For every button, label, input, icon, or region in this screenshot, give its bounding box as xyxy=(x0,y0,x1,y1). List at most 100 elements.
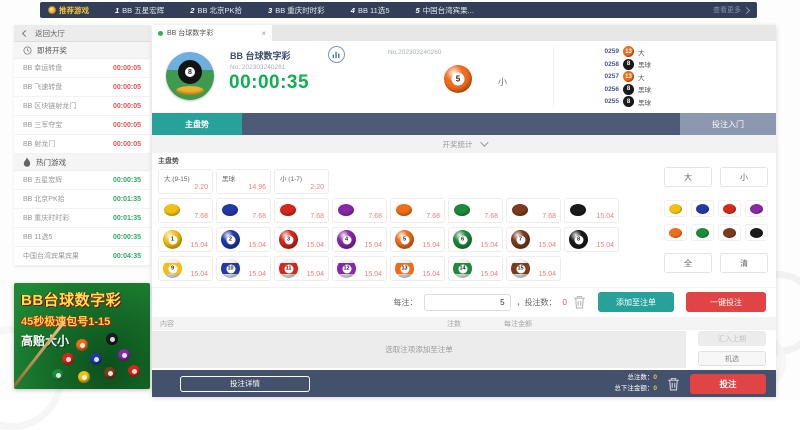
bet-cell-ball[interactable]: 13 15.04 xyxy=(390,256,445,281)
bet-cell-ball[interactable]: 12 15.04 xyxy=(332,256,387,281)
draw-statistics-toggle[interactable]: 开奖统计 xyxy=(152,135,776,153)
top-nav-game-link[interactable]: 4 BB 11选5 xyxy=(351,5,390,16)
pool-ball-icon: 7 xyxy=(511,230,530,249)
sidebar-game-row[interactable]: BB 11选5 00:00:35 xyxy=(14,228,150,247)
quick-color-button[interactable] xyxy=(745,200,768,217)
sidebar-game-row[interactable]: 中国台湾宾果宾果 00:04:35 xyxy=(14,247,150,266)
clear-selection-trash-icon[interactable] xyxy=(573,295,586,309)
bet-odds: 15.04 xyxy=(596,213,614,220)
add-to-betslip-button[interactable]: 添加至注单 xyxy=(598,292,674,312)
bet-cell-ball[interactable]: 15 15.04 xyxy=(506,256,561,281)
bet-cell-ball[interactable]: 11 15.04 xyxy=(274,256,329,281)
bet-cell-ball[interactable]: 2 15.04 xyxy=(216,227,271,252)
clear-betslip-trash-icon[interactable] xyxy=(667,377,680,391)
bet-cell-ball[interactable]: 3 15.04 xyxy=(274,227,329,252)
bet-cell-color[interactable]: 7.68 xyxy=(390,198,445,223)
top-nav-game-link[interactable]: 3 BB 重庆时时彩 xyxy=(268,5,325,16)
quick-color-button[interactable] xyxy=(664,224,687,241)
game-countdown: 00:04:35 xyxy=(113,253,141,260)
tab-bar-spacer xyxy=(242,113,680,135)
chart-icon[interactable] xyxy=(328,46,345,63)
top-nav-game-link[interactable]: 5 中国台湾宾果... xyxy=(416,5,474,16)
sidebar-game-row[interactable]: BB 区块链射龙门 00:00:05 xyxy=(14,97,150,116)
import-last-round-button[interactable]: 汇入上期 xyxy=(698,331,766,346)
bet-cell-color[interactable]: 7.68 xyxy=(506,198,561,223)
bet-odds: 15.04 xyxy=(538,242,556,249)
bet-cell-color[interactable]: 7.68 xyxy=(216,198,271,223)
see-more-link[interactable]: 查看更多 xyxy=(713,5,749,15)
submit-bet-button[interactable]: 投注 xyxy=(690,374,766,394)
top-nav-game-link[interactable]: 1 BB 五星宏辉 xyxy=(115,5,164,16)
game-header: 8 BB 台球数字彩 No. 202303240261 00:00:35 No.… xyxy=(152,41,776,114)
bet-details-button[interactable]: 投注详情 xyxy=(180,376,310,392)
bet-cell-size[interactable]: 大 (9-15) 2.20 xyxy=(158,169,213,194)
color-dot xyxy=(669,204,682,214)
back-to-lobby-label: 返回大厅 xyxy=(35,28,65,39)
quick-select-big-button[interactable]: 大 xyxy=(664,167,712,187)
sidebar-game-row[interactable]: BB 幸运转盘 00:00:05 xyxy=(14,59,150,78)
one-click-bet-button[interactable]: 一键投注 xyxy=(686,292,766,312)
bet-cell-ball[interactable]: 10 15.04 xyxy=(216,256,271,281)
tab-billiards-lottery[interactable]: BB 台球数字彩 × xyxy=(152,25,272,41)
close-icon[interactable]: × xyxy=(261,29,266,38)
tab-betting-guide[interactable]: 投注入门 xyxy=(680,113,776,135)
sidebar-game-row[interactable]: BB 三军夺宝 00:00:05 xyxy=(14,116,150,135)
bet-cell-ball[interactable]: 7 15.04 xyxy=(506,227,561,252)
recommended-games-label[interactable]: 推荐游戏 xyxy=(48,5,89,16)
ball-graphic xyxy=(62,353,74,365)
nav-item-label: 中国台湾宾果... xyxy=(423,5,474,16)
bet-cell-size[interactable]: 小 (1-7) 2.20 xyxy=(274,169,329,194)
game-countdown: 00:00:05 xyxy=(113,65,141,72)
bet-cell-ball[interactable]: 6 15.04 xyxy=(448,227,503,252)
quick-color-button[interactable] xyxy=(718,200,741,217)
bet-cell-ball[interactable]: 5 15.04 xyxy=(390,227,445,252)
betslip-empty-message: 选取注项添加至注单 xyxy=(152,331,686,368)
total-bets-label: 总注数： xyxy=(627,374,653,381)
bet-cell-ball[interactable]: 8 15.04 xyxy=(564,227,619,252)
quick-color-button[interactable] xyxy=(664,200,687,217)
game-countdown: 00:00:05 xyxy=(113,84,141,91)
tab-label: BB 台球数字彩 xyxy=(167,28,213,38)
per-bet-amount-input[interactable] xyxy=(424,294,511,311)
sidebar-game-row[interactable]: BB 北京PK拾 00:01:35 xyxy=(14,190,150,209)
bet-cell-color[interactable]: 7.68 xyxy=(448,198,503,223)
quick-select-small-button[interactable]: 小 xyxy=(720,167,768,187)
ball-graphic xyxy=(78,371,90,383)
quick-clear-button[interactable]: 清 xyxy=(720,253,768,273)
color-dot xyxy=(723,204,736,214)
bet-cell-color[interactable]: 7.68 xyxy=(158,198,213,223)
section-upcoming-draws: 即将开奖 xyxy=(14,42,150,59)
board-section-label: 主盘势 xyxy=(158,156,776,166)
history-result-label: 大 xyxy=(638,47,660,57)
sidebar-game-row[interactable]: BB 飞速转盘 00:00:05 xyxy=(14,78,150,97)
back-to-lobby-button[interactable]: 返回大厅 xyxy=(14,25,150,42)
game-countdown: 00:00:35 xyxy=(113,234,141,241)
sidebar-game-row[interactable]: BB 射龙门 00:00:05 xyxy=(14,135,150,154)
sidebar-game-row[interactable]: BB 重庆时时彩 00:01:35 xyxy=(14,209,150,228)
bet-cell-color[interactable]: 15.04 xyxy=(564,198,619,223)
quick-color-button[interactable] xyxy=(745,224,768,241)
bet-cell-size[interactable]: 黑球 14.96 xyxy=(216,169,271,194)
bet-odds: 15.04 xyxy=(480,271,498,278)
quick-select-all-button[interactable]: 全 xyxy=(664,253,712,273)
bet-cell-ball[interactable]: 4 15.04 xyxy=(332,227,387,252)
tab-main-board[interactable]: 主盘势 xyxy=(152,113,242,135)
bet-count-value: 0 xyxy=(563,298,567,307)
random-pick-button[interactable]: 机选 xyxy=(698,351,766,366)
last-draw-result-label: 小 xyxy=(498,75,507,88)
promo-banner[interactable]: BB台球数字彩 45秒极速包号1-15 高赔大小 xyxy=(14,283,150,389)
bet-cell-ball[interactable]: 1 15.04 xyxy=(158,227,213,252)
ball-number: 8 xyxy=(574,235,583,244)
bet-cell-color[interactable]: 7.68 xyxy=(332,198,387,223)
bet-cell-ball[interactable]: 9 15.04 xyxy=(158,256,213,281)
bet-cell-color[interactable]: 7.68 xyxy=(274,198,329,223)
divider xyxy=(553,47,554,107)
quick-color-button[interactable] xyxy=(691,200,714,217)
sidebar-game-row[interactable]: BB 五星宏辉 00:00:35 xyxy=(14,171,150,190)
top-nav-game-link[interactable]: 2 BB 北京PK拾 xyxy=(190,5,242,16)
bet-cell-ball[interactable]: 14 15.04 xyxy=(448,256,503,281)
quick-color-button[interactable] xyxy=(718,224,741,241)
quick-color-button[interactable] xyxy=(691,224,714,241)
bet-odds: 15.04 xyxy=(306,242,324,249)
section-title: 热门游戏 xyxy=(36,157,66,168)
